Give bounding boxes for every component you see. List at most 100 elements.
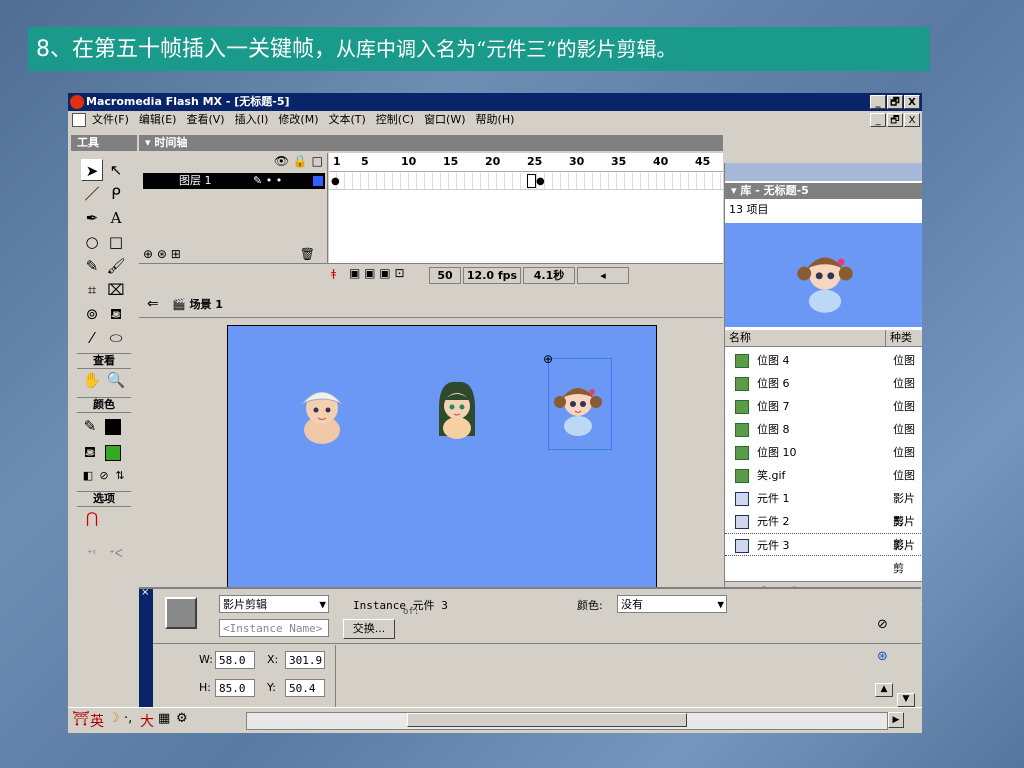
library-item[interactable]: 位图 4 位图 bbox=[725, 349, 922, 372]
swap-colors-icon[interactable]: ⇅ bbox=[109, 465, 131, 487]
maximize-button[interactable]: 🗗 bbox=[887, 95, 903, 109]
fill-color-swatch[interactable] bbox=[105, 445, 121, 461]
symbol-type-select[interactable]: 影片剪辑 ▼ bbox=[219, 595, 329, 613]
back-arrow-icon[interactable]: ⇐ bbox=[147, 296, 159, 312]
frame-end-marker[interactable] bbox=[527, 174, 536, 188]
transform-tool-icon[interactable]: ⌗ bbox=[81, 279, 103, 301]
library-item[interactable]: 笑.gif 位图 bbox=[725, 464, 922, 487]
color-effect-select[interactable]: 没有 ▼ bbox=[617, 595, 727, 613]
title-bar[interactable]: Macromedia Flash MX - [无标题-5] _ 🗗 X bbox=[68, 93, 922, 111]
library-item[interactable]: 位图 7 位图 bbox=[725, 395, 922, 418]
scroll-down-button[interactable]: ▼ bbox=[897, 693, 915, 707]
onion-skin-icons[interactable]: ▣ ▣ ▣ ⊡ bbox=[349, 266, 405, 280]
ime-mode-label[interactable]: 英 bbox=[90, 711, 104, 731]
layer-row[interactable]: 图层 1 ✎ • • bbox=[143, 173, 325, 189]
close-button[interactable]: X bbox=[904, 95, 920, 109]
line-tool-icon[interactable]: ／ bbox=[81, 183, 103, 205]
character-cap-girl[interactable] bbox=[296, 382, 348, 444]
library-header[interactable]: ▾ 库 - 无标题-5 bbox=[725, 183, 922, 199]
menu-view[interactable]: 查看(V) bbox=[186, 113, 224, 126]
instance-name-input[interactable]: <Instance Name> bbox=[219, 619, 329, 637]
doc-minimize-button[interactable]: _ bbox=[870, 113, 886, 127]
smooth-option-icon[interactable]: ⁺ᶜ bbox=[81, 543, 103, 565]
eyedropper-tool-icon[interactable]: ⁄ bbox=[81, 327, 103, 349]
keyframe-50[interactable]: ● bbox=[536, 176, 545, 187]
timeline-header[interactable]: ▾ 时间轴 bbox=[139, 135, 723, 151]
column-kind[interactable]: 种类 bbox=[885, 330, 912, 346]
frame-row[interactable]: ● ● bbox=[329, 173, 723, 190]
scroll-right-button[interactable]: ▶ bbox=[888, 712, 904, 728]
menu-window[interactable]: 窗口(W) bbox=[424, 113, 465, 126]
punctuation-icon[interactable]: ·, bbox=[124, 711, 132, 726]
height-input[interactable]: 85.0 bbox=[215, 679, 255, 697]
ink-bottle-tool-icon[interactable]: ⊚ bbox=[81, 303, 103, 325]
trash-icon[interactable]: 🗑 bbox=[300, 247, 315, 261]
library-item[interactable]: 位图 6 位图 bbox=[725, 372, 922, 395]
library-item[interactable]: 位图 8 位图 bbox=[725, 418, 922, 441]
add-layer-icons[interactable]: ⊕ ⊛ ⊞ bbox=[143, 247, 181, 261]
menu-text[interactable]: 文本(T) bbox=[328, 113, 365, 126]
menu-edit[interactable]: 编辑(E) bbox=[139, 113, 177, 126]
character-pigtail-girl[interactable] bbox=[552, 374, 604, 436]
menu-file[interactable]: 文件(F) bbox=[92, 113, 129, 126]
text-tool-icon[interactable]: A bbox=[105, 207, 127, 229]
menu-modify[interactable]: 修改(M) bbox=[278, 113, 318, 126]
library-window-bar[interactable] bbox=[725, 163, 922, 181]
arrow-tool-icon[interactable]: ➤ bbox=[81, 159, 103, 181]
rectangle-tool-icon[interactable]: □ bbox=[105, 231, 127, 253]
scrollbar-thumb[interactable] bbox=[407, 713, 687, 727]
stage[interactable]: ⊕ bbox=[227, 325, 657, 587]
timeline-scroll-left[interactable]: ◂ bbox=[577, 267, 629, 284]
document-icon[interactable] bbox=[72, 113, 86, 127]
library-item[interactable]: 位图 10 位图 bbox=[725, 441, 922, 464]
column-name[interactable]: 名称 bbox=[729, 330, 751, 346]
scene-name[interactable]: 场景 1 bbox=[189, 298, 222, 311]
brush-tool-icon[interactable]: 🖌 bbox=[105, 255, 127, 277]
tools-header[interactable]: 工具 bbox=[71, 135, 137, 151]
ime-tools-icon[interactable]: ⚙ bbox=[176, 711, 188, 726]
layer-outline-color[interactable] bbox=[313, 176, 323, 186]
pen-tool-icon[interactable]: ✒ bbox=[81, 207, 103, 229]
accessibility-icon[interactable]: ⊛ bbox=[877, 649, 888, 664]
hand-tool-icon[interactable]: ✋ bbox=[81, 369, 103, 391]
width-input[interactable]: 58.0 bbox=[215, 651, 255, 669]
menu-control[interactable]: 控制(C) bbox=[376, 113, 414, 126]
properties-close-icon[interactable]: × bbox=[141, 587, 149, 598]
minimize-button[interactable]: _ bbox=[870, 95, 886, 109]
properties-grip[interactable] bbox=[139, 589, 153, 707]
collapse-properties-button[interactable]: ▲ bbox=[875, 683, 893, 697]
fullwidth-label[interactable]: 大 bbox=[140, 711, 154, 731]
snap-magnet-icon[interactable]: ⋂ bbox=[81, 507, 103, 529]
library-item[interactable]: 元件 2 影片剪 bbox=[725, 510, 922, 551]
bitmap-icon bbox=[735, 469, 749, 483]
help-icon[interactable]: ⊘ bbox=[877, 617, 888, 632]
horizontal-scrollbar[interactable] bbox=[246, 712, 888, 730]
fill-transform-tool-icon[interactable]: ⌧ bbox=[105, 279, 127, 301]
straighten-option-icon[interactable]: ⁺ᐸ bbox=[105, 543, 127, 565]
keyframe-1[interactable]: ● bbox=[331, 176, 340, 187]
lasso-tool-icon[interactable]: ᑭ bbox=[105, 183, 127, 205]
ime-logo-icon[interactable]: ⛩ bbox=[72, 711, 90, 727]
doc-close-button[interactable]: X bbox=[904, 113, 920, 127]
pencil-tool-icon[interactable]: ✎ bbox=[81, 255, 103, 277]
keyboard-icon[interactable]: ▦ bbox=[158, 711, 170, 726]
subselect-tool-icon[interactable]: ↖ bbox=[105, 159, 127, 181]
menu-help[interactable]: 帮助(H) bbox=[476, 113, 515, 126]
swap-button[interactable]: 交换... bbox=[343, 619, 395, 639]
frame-grid[interactable]: 1 5 10 15 20 25 30 35 40 45 ● ● bbox=[329, 153, 723, 263]
center-frame-icon[interactable]: ǂ bbox=[331, 267, 336, 280]
layer-visibility-icons[interactable]: 👁 🔒 □ bbox=[274, 154, 323, 168]
library-item-selected[interactable]: 元件 3 影片剪 bbox=[725, 533, 922, 575]
stroke-color-swatch[interactable] bbox=[105, 419, 121, 435]
x-input[interactable]: 301.9 bbox=[285, 651, 325, 669]
paint-bucket-tool-icon[interactable]: ⛾ bbox=[105, 303, 127, 325]
eraser-tool-icon[interactable]: ⬭ bbox=[105, 327, 127, 349]
library-item[interactable]: 元件 1 影片剪 bbox=[725, 487, 922, 528]
moon-icon[interactable]: ☽ bbox=[108, 711, 120, 726]
menu-insert[interactable]: 插入(I) bbox=[235, 113, 269, 126]
character-dark-hair-girl[interactable] bbox=[431, 378, 483, 440]
doc-maximize-button[interactable]: 🗗 bbox=[887, 113, 903, 127]
y-input[interactable]: 50.4 bbox=[285, 679, 325, 697]
oval-tool-icon[interactable]: ○ bbox=[81, 231, 103, 253]
zoom-tool-icon[interactable]: 🔍 bbox=[105, 369, 127, 391]
